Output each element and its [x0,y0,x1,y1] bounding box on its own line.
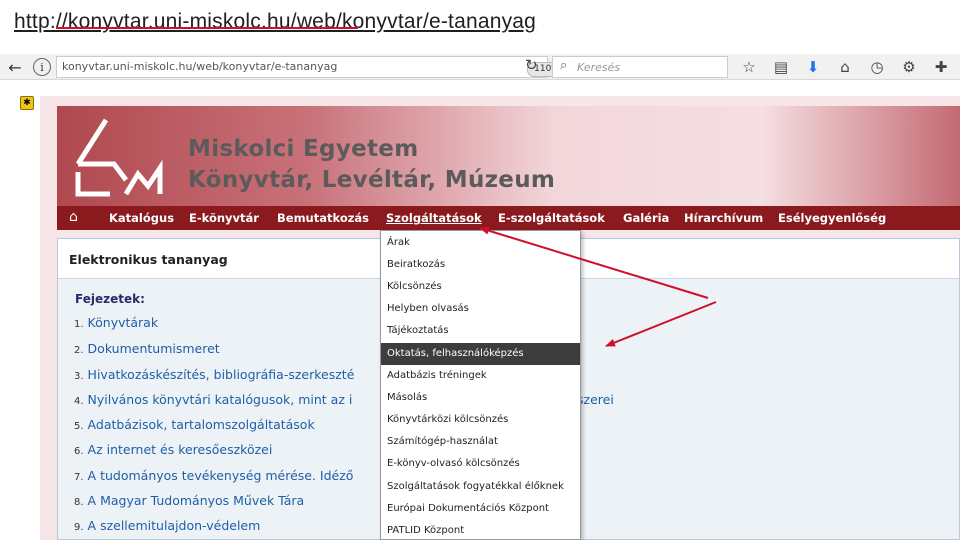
dropdown-item-europai-dok[interactable]: Európai Dokumentációs Központ [381,498,580,520]
chapters-label: Fejezetek: [75,292,145,306]
nav-item-katalogus[interactable]: Katalógus [109,211,174,225]
dropdown-item-e-konyv-olvaso[interactable]: E-könyv-olvasó kölcsönzés [381,453,580,475]
chapter-number: 4. [74,396,84,407]
chapter-link[interactable]: Dokumentumismeret [88,341,220,356]
dropdown-item-konyvtarkozi[interactable]: Könyvtárközi kölcsönzés [381,409,580,431]
nav-item-bemutatkozas[interactable]: Bemutatkozás [277,211,369,225]
chapter-item[interactable]: 7. A tudományos tevékenység mérése. Idéző [74,468,353,483]
chapter-link[interactable]: A tudományos tevékenység mérése. Idéző [88,468,354,483]
address-bar[interactable]: konyvtar.uni-miskolc.hu/web/konyvtar/e-t… [56,56,567,78]
chapter-number: 5. [74,421,84,432]
back-icon[interactable]: ← [4,57,26,77]
nav-item-eselyegyenloseg[interactable]: Esélyegyenlőség [778,211,886,225]
dropdown-item-kolcsonzes[interactable]: Kölcsönzés [381,276,580,298]
header-title-university: Miskolci Egyetem [188,136,419,162]
chapter-item[interactable]: 6. Az internet és keresőeszközei [74,442,272,457]
dropdown-item-szamitogep[interactable]: Számítógép-használat [381,431,580,453]
dropdown-item-oktatas[interactable]: Oktatás, felhasználóképzés [381,343,580,365]
dropdown-item-masolas[interactable]: Másolás [381,387,580,409]
chapter-item[interactable]: 5. Adatbázisok, tartalomszolgáltatások [74,417,315,432]
dropdown-item-fogyatekkal[interactable]: Szolgáltatások fogyatékkal élőknek [381,476,580,498]
chapter-link[interactable]: A szellemitulajdon-védelem [88,518,261,533]
page-title: Elektronikus tananyag [69,252,228,267]
chapter-overflow-text[interactable]: szerei [577,392,614,407]
search-placeholder: Keresés [577,61,621,74]
browser-search-box[interactable]: ⌕ Keresés [552,56,728,78]
chapter-item[interactable]: 8. A Magyar Tudományos Művek Tára [74,493,304,508]
chapter-link[interactable]: Nyilvános könyvtári katalógusok, mint az… [88,392,353,407]
header-title-library: Könyvtár, Levéltár, Múzeum [188,167,556,193]
chapter-number: 6. [74,446,84,457]
university-logo-icon[interactable] [70,112,170,198]
site-header-banner: Miskolci Egyetem Könyvtár, Levéltár, Múz… [57,106,960,206]
chapter-number: 9. [74,522,84,533]
reload-icon[interactable]: ↻ [525,56,538,74]
dropdown-item-beiratkozas[interactable]: Beiratkozás [381,254,580,276]
settings-icon[interactable]: ⚙ [898,57,920,77]
browser-toolbar: ← i konyvtar.uni-miskolc.hu/web/konyvtar… [0,54,960,80]
slide-url-caption[interactable]: http://konyvtar.uni-miskolc.hu/web/konyv… [14,10,536,34]
home-icon[interactable]: ⌂ [834,57,856,77]
nav-home-icon[interactable]: ⌂ [69,209,78,225]
chapter-link[interactable]: Hivatkozáskészítés, bibliográfia-szerkes… [88,367,355,382]
chapter-link[interactable]: Adatbázisok, tartalomszolgáltatások [88,417,315,432]
nav-item-szolgaltatasok[interactable]: Szolgáltatások [386,211,482,225]
nav-item-galeria[interactable]: Galéria [623,211,669,225]
dropdown-item-arak[interactable]: Árak [381,232,580,254]
chapter-link[interactable]: Könyvtárak [88,315,159,330]
chapter-item[interactable]: 9. A szellemitulajdon-védelem [74,518,260,533]
address-underline-annotation [56,27,358,29]
chapter-number: 1. [74,319,84,330]
chapter-item[interactable]: 3. Hivatkozáskészítés, bibliográfia-szerk… [74,367,354,382]
star-icon[interactable]: ☆ [738,57,760,77]
chapter-item[interactable]: 1. Könyvtárak [74,315,158,330]
addon-icon[interactable]: ✱ [20,96,34,110]
dropdown-item-adatbazis-treningek[interactable]: Adatbázis tréningek [381,365,580,387]
search-icon: ⌕ [560,58,568,73]
chapter-number: 7. [74,472,84,483]
address-text[interactable]: konyvtar.uni-miskolc.hu/web/konyvtar/e-t… [62,60,337,73]
extensions-icon[interactable]: ✚ [930,57,952,77]
chapter-number: 2. [74,345,84,356]
reader-icon[interactable]: ▤ [770,57,792,77]
main-navigation: ⌂ Katalógus E-könyvtár Bemutatkozás Szol… [57,206,960,230]
chapter-link[interactable]: A Magyar Tudományos Művek Tára [88,493,305,508]
chapter-number: 3. [74,371,84,382]
chapter-item[interactable]: 4. Nyilvános könyvtári katalógusok, mint … [74,392,352,407]
services-dropdown-menu: Árak Beiratkozás Kölcsönzés Helyben olva… [380,230,581,540]
nav-item-hirarchivum[interactable]: Hírarchívum [684,211,763,225]
download-icon[interactable]: ⬇ [802,57,824,77]
chapter-item[interactable]: 2. Dokumentumismeret [74,341,220,356]
chapter-number: 8. [74,497,84,508]
chapter-link[interactable]: Az internet és keresőeszközei [88,442,273,457]
history-icon[interactable]: ◷ [866,57,888,77]
dropdown-item-patlid[interactable]: PATLID Központ [381,520,580,540]
nav-item-e-szolgaltatasok[interactable]: E-szolgáltatások [498,211,605,225]
info-icon[interactable]: i [33,58,51,76]
dropdown-item-helyben-olvasas[interactable]: Helyben olvasás [381,298,580,320]
nav-item-e-konyvtar[interactable]: E-könyvtár [189,211,259,225]
dropdown-item-tajekoztatas[interactable]: Tájékoztatás [381,320,580,342]
